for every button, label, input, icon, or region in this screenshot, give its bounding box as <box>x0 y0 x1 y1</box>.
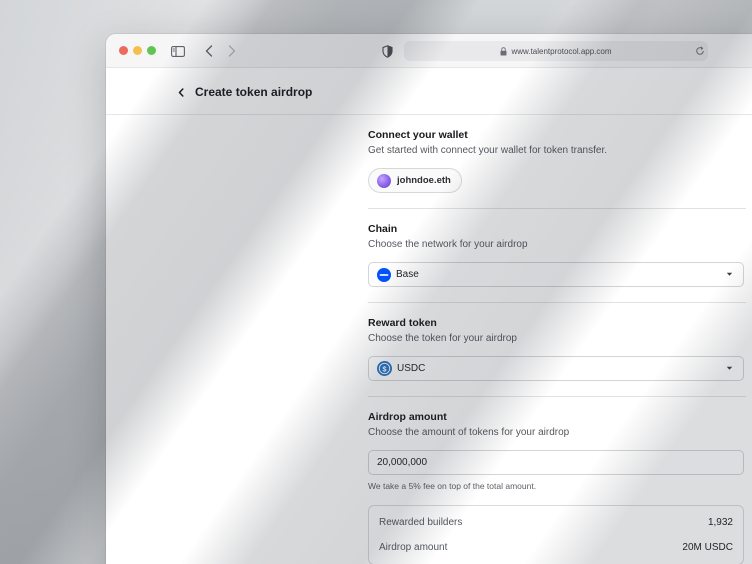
reward-token-selected: USDC <box>397 363 426 374</box>
close-window-button[interactable] <box>119 46 128 55</box>
lock-icon <box>500 46 507 56</box>
wallet-description: Get started with connect your wallet for… <box>368 145 608 156</box>
summary-value: 20M USDC <box>682 542 733 553</box>
reload-icon[interactable] <box>692 43 708 59</box>
page-header: Create token airdrop <box>106 68 752 115</box>
airdrop-amount-title: Airdrop amount <box>368 411 447 423</box>
chevron-right-icon[interactable] <box>224 43 240 59</box>
reward-token-section: Reward token Choose the token for your a… <box>368 303 746 397</box>
browser-window: www.talentprotocol.app.com Create token … <box>106 34 752 564</box>
wallet-section: Connect your wallet Get started with con… <box>368 115 746 209</box>
chain-selected: Base <box>396 269 419 280</box>
airdrop-amount-input[interactable]: 20,000,000 <box>368 450 744 475</box>
wallet-chip[interactable]: johndoe.eth <box>368 168 462 193</box>
summary-label: Rewarded builders <box>379 517 463 528</box>
reward-token-title: Reward token <box>368 317 437 329</box>
address-url: www.talentprotocol.app.com <box>511 46 612 56</box>
summary-card: Rewarded builders 1,932 Airdrop amount 2… <box>368 505 744 564</box>
caret-down-icon <box>726 366 733 371</box>
chain-select[interactable]: Base <box>368 262 744 287</box>
shield-icon[interactable] <box>379 43 395 59</box>
airdrop-amount-description: Choose the amount of tokens for your air… <box>368 427 570 438</box>
usdc-icon: $ <box>377 361 392 376</box>
chain-description: Choose the network for your airdrop <box>368 239 528 250</box>
caret-down-icon <box>726 272 733 277</box>
base-network-icon <box>377 267 391 282</box>
summary-row: Rewarded builders 1,932 <box>379 510 733 535</box>
browser-titlebar: www.talentprotocol.app.com <box>106 34 752 68</box>
zoom-window-button[interactable] <box>147 46 156 55</box>
summary-value: 1,932 <box>707 517 733 528</box>
airdrop-form: Connect your wallet Get started with con… <box>368 115 746 564</box>
wallet-name: johndoe.eth <box>397 175 451 186</box>
reward-token-description: Choose the token for your airdrop <box>368 333 517 344</box>
wallet-title: Connect your wallet <box>368 129 468 141</box>
chevron-left-icon[interactable] <box>178 86 188 98</box>
airdrop-amount-value: 20,000,000 <box>377 457 428 468</box>
chain-title: Chain <box>368 223 398 235</box>
airdrop-amount-section: Airdrop amount Choose the amount of toke… <box>368 397 746 564</box>
avatar <box>377 173 391 188</box>
summary-label: Airdrop amount <box>379 542 448 553</box>
chevron-left-icon[interactable] <box>201 43 217 59</box>
sidebar-icon[interactable] <box>170 43 186 59</box>
chain-section: Chain Choose the network for your airdro… <box>368 209 746 303</box>
fee-note: We take a 5% fee on top of the total amo… <box>368 481 537 491</box>
page-title: Create token airdrop <box>195 85 313 99</box>
reward-token-select[interactable]: $ USDC <box>368 356 744 381</box>
summary-row: Airdrop amount 20M USDC <box>379 535 733 560</box>
address-bar[interactable]: www.talentprotocol.app.com <box>404 41 708 61</box>
minimize-window-button[interactable] <box>133 46 142 55</box>
